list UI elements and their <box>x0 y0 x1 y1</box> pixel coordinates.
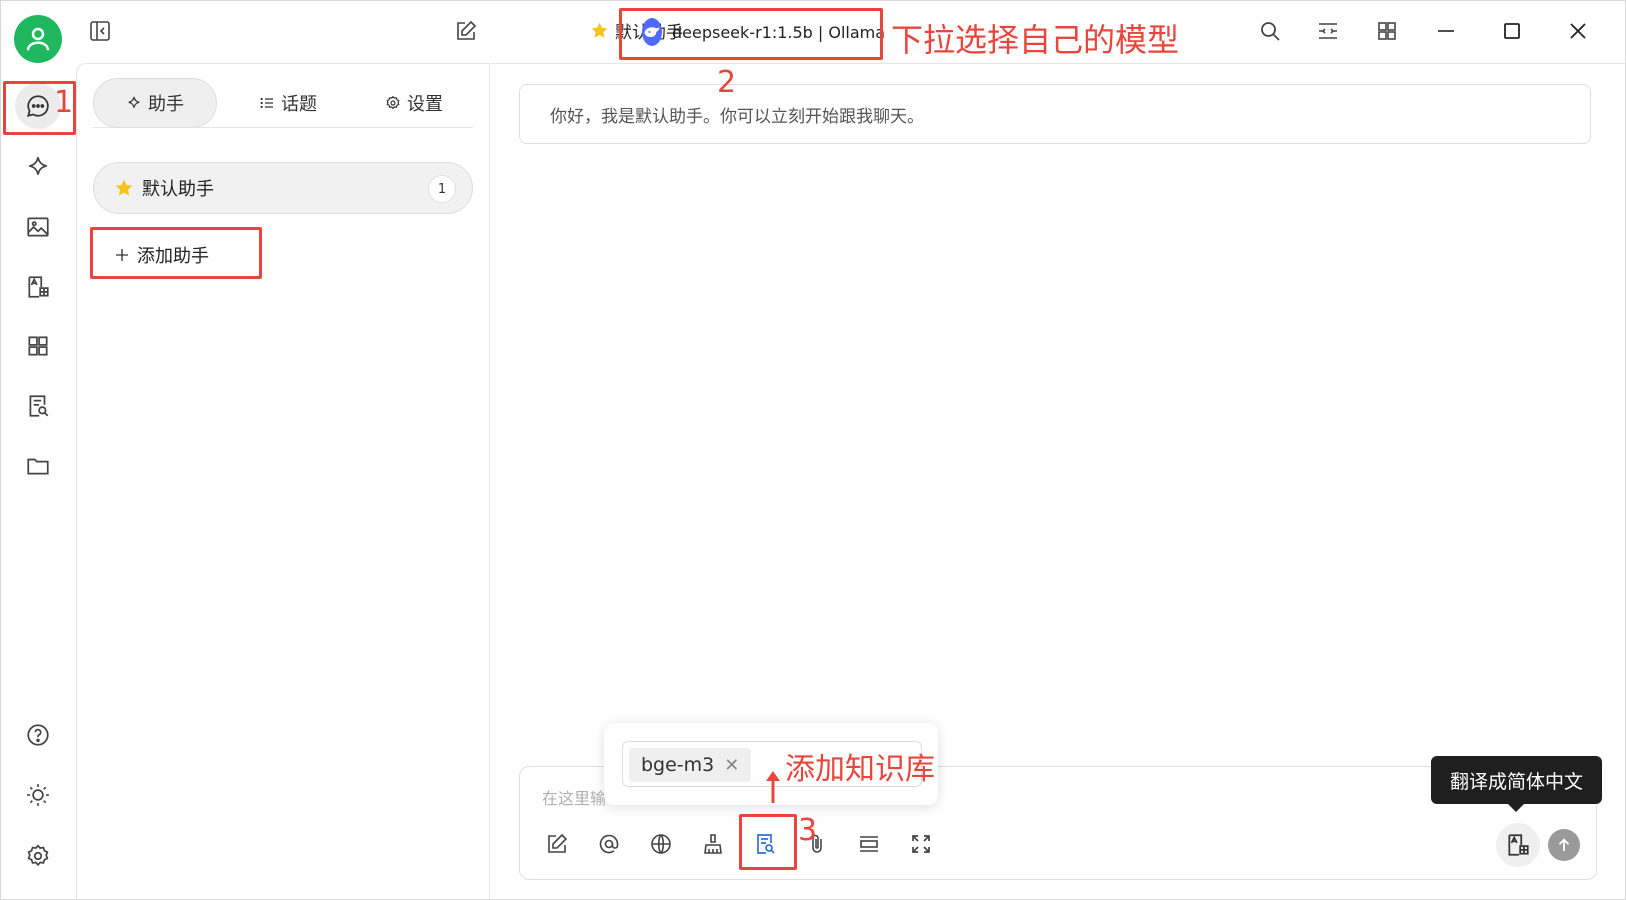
rail-settings-button[interactable] <box>15 833 61 879</box>
broom-icon <box>704 834 722 854</box>
tooltip-arrow <box>1507 803 1525 812</box>
gear-icon <box>386 95 400 110</box>
knowledge-icon <box>29 395 49 417</box>
tab-topics-label: 话题 <box>281 94 317 115</box>
annotation-label-2: 2 <box>717 65 737 100</box>
topic-count-badge: 1 <box>428 175 456 203</box>
rail-theme-button[interactable] <box>15 772 61 818</box>
expand-icon <box>912 835 930 853</box>
minimize-button[interactable] <box>1430 15 1462 47</box>
new-chat-icon <box>457 20 477 40</box>
annotation-arrow-icon <box>766 771 780 803</box>
translate-input-button[interactable] <box>1496 823 1540 867</box>
image-icon <box>27 217 49 237</box>
rail-translate-button[interactable] <box>15 264 61 310</box>
annotation-box-add <box>90 227 262 279</box>
new-topic-button[interactable] <box>540 827 574 861</box>
tab-topics[interactable]: 话题 <box>233 78 343 128</box>
knowledge-tag-label: bge-m3 <box>641 754 715 776</box>
search-icon <box>1261 22 1280 41</box>
rail-apps-button[interactable] <box>15 323 61 369</box>
annotation-label-3: 3 <box>798 813 818 848</box>
theme-icon <box>27 784 49 806</box>
context-separator-button[interactable] <box>852 827 886 861</box>
translate-tooltip: 翻译成简体中文 <box>1431 756 1602 804</box>
edit-icon <box>548 833 568 853</box>
annotation-text-3: 添加知识库 <box>785 752 935 787</box>
expand-input-button[interactable] <box>904 827 938 861</box>
assistant-panel: 助手 话题 设置 默认助手 1 添加助手 <box>76 63 490 899</box>
translate-icon <box>1508 834 1529 856</box>
translate-icon <box>28 276 49 298</box>
message-input[interactable]: 在这里输 <box>542 785 606 809</box>
divider-icon <box>860 836 878 852</box>
user-icon <box>26 27 50 51</box>
folder-icon <box>27 458 49 475</box>
minimize-icon <box>1438 30 1454 32</box>
rail-help-button[interactable] <box>15 712 61 758</box>
annotation-text-2: 下拉选择自己的模型 <box>891 21 1180 59</box>
rail-paintings-button[interactable] <box>15 204 61 250</box>
star-icon <box>115 179 133 196</box>
tab-assistants[interactable]: 助手 <box>93 78 217 128</box>
sparkle-icon <box>128 96 140 108</box>
tab-settings-label: 设置 <box>407 94 443 115</box>
annotation-label-1: 1 <box>54 85 74 120</box>
star-icon <box>591 22 608 38</box>
close-icon <box>1570 23 1586 39</box>
search-button[interactable] <box>1254 15 1286 47</box>
new-chat-button[interactable] <box>450 15 482 47</box>
tab-settings[interactable]: 设置 <box>359 78 469 128</box>
remove-tag-icon[interactable]: ✕ <box>724 755 739 776</box>
nav-rail <box>1 1 76 899</box>
globe-icon <box>651 834 671 854</box>
apps-button[interactable] <box>1371 15 1403 47</box>
apps-icon <box>1378 22 1396 40</box>
sparkle-icon <box>29 157 47 175</box>
panel-tabs: 助手 话题 设置 <box>93 78 473 128</box>
annotation-box-2 <box>619 8 883 60</box>
tab-assistants-label: 助手 <box>148 94 184 115</box>
app-window: 默认助手 deepseek-r1:1.5b | Ollama <box>0 0 1626 900</box>
help-icon <box>27 724 49 746</box>
at-icon <box>599 834 619 854</box>
clear-context-button[interactable] <box>696 827 730 861</box>
annotation-box-3 <box>739 814 797 870</box>
rail-agents-button[interactable] <box>15 144 61 190</box>
arrow-up-icon <box>1558 838 1570 851</box>
settings-icon <box>27 844 49 867</box>
welcome-message: 你好，我是默认助手。你可以立刻开始跟我聊天。 <box>519 84 1591 144</box>
sidebar-toggle-icon <box>90 21 110 41</box>
close-button[interactable] <box>1562 15 1594 47</box>
assistant-item-label: 默认助手 <box>142 179 214 200</box>
fit-width-icon <box>1319 23 1337 39</box>
rail-knowledge-button[interactable] <box>15 383 61 429</box>
avatar[interactable] <box>14 15 62 63</box>
fit-width-button[interactable] <box>1312 15 1344 47</box>
mention-model-button[interactable] <box>592 827 626 861</box>
web-search-button[interactable] <box>644 827 678 861</box>
list-icon <box>260 97 273 109</box>
apps-icon <box>28 336 48 356</box>
sidebar-toggle-button[interactable] <box>84 15 116 47</box>
send-button[interactable] <box>1548 829 1580 861</box>
assistant-item-default[interactable]: 默认助手 1 <box>93 162 473 214</box>
rail-files-button[interactable] <box>15 443 61 489</box>
maximize-icon <box>1504 23 1520 39</box>
knowledge-tag: bge-m3 ✕ <box>629 748 752 782</box>
maximize-button[interactable] <box>1496 15 1528 47</box>
